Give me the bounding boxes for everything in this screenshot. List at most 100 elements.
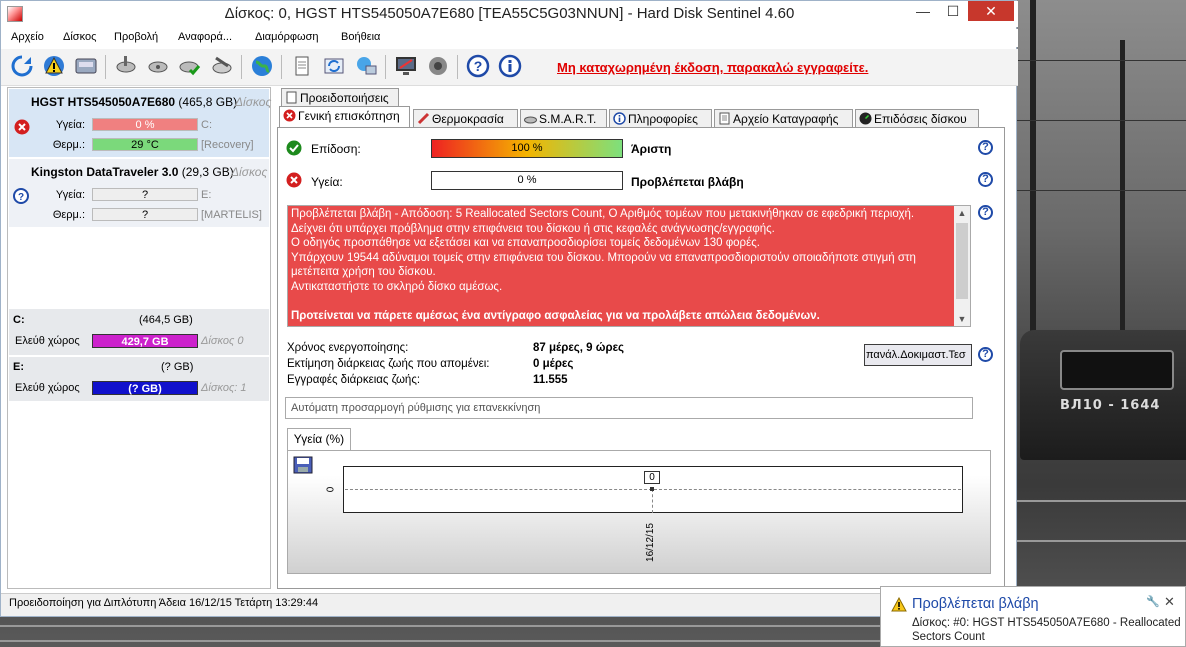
message-recommendation: Προτείνεται να πάρετε αμέσως ένα αντίγρα… <box>291 309 820 322</box>
disk-tag: Δίσκος <box>235 95 272 109</box>
globe-icon[interactable] <box>249 53 275 79</box>
surface-test-icon[interactable] <box>145 53 171 79</box>
auto-config-field[interactable]: Αυτόματη προσαρμογή ρύθμισης για επανεκκ… <box>285 397 973 419</box>
gauge-icon <box>859 112 872 125</box>
health-label: Υγεία: <box>55 189 85 201</box>
temp-bar: ? <box>92 208 198 221</box>
message-scrollbar-thumb[interactable] <box>956 223 968 299</box>
partition-size: (? GB) <box>161 361 194 373</box>
disk-item-0[interactable]: HGST HTS545050A7E680 (465,8 GB) Δίσκος Υ… <box>9 89 272 157</box>
stat-value: 11.555 <box>533 374 568 386</box>
toolbar-separator <box>457 55 458 79</box>
tab-information[interactable]: Πληροφορίες <box>609 109 712 127</box>
tab-overview[interactable]: Γενική επισκόπηση <box>279 106 410 127</box>
locomotive <box>1020 330 1186 460</box>
tab-log[interactable]: Αρχείο Καταγραφής <box>714 109 853 127</box>
sync-icon[interactable] <box>321 53 347 79</box>
disk-tool-icon[interactable] <box>209 53 235 79</box>
health-help-icon[interactable]: ? <box>978 172 993 187</box>
menu-disk[interactable]: Δίσκος <box>63 31 96 43</box>
failure-message[interactable]: Προβλέπεται βλάβη - Απόδοση: 5 Reallocat… <box>288 206 954 326</box>
chart-tab-health[interactable]: Υγεία (%) <box>287 428 351 450</box>
health-verdict: Προβλέπεται βλάβη <box>631 175 744 189</box>
notification-close-button[interactable]: ✕ <box>1164 594 1175 610</box>
rail <box>1017 540 1186 542</box>
tab-performance[interactable]: Επιδόσεις δίσκου <box>855 109 979 127</box>
performance-help-icon[interactable]: ? <box>978 140 993 155</box>
tab-label: Θερμοκρασία <box>432 112 504 126</box>
pin-icon[interactable]: 🔧 <box>1146 595 1160 608</box>
stat-value: 0 μέρες <box>533 358 574 370</box>
data-point <box>650 487 654 491</box>
info-icon[interactable] <box>497 53 523 79</box>
help-icon[interactable]: ? <box>465 53 491 79</box>
minimize-button[interactable]: — <box>908 1 938 21</box>
refresh-icon[interactable] <box>9 53 35 79</box>
disk-ok-icon[interactable] <box>177 53 203 79</box>
disk-name: Kingston DataTraveler 3.0 (29,3 GB) <box>31 165 234 179</box>
notification-title: Προβλέπεται βλάβη <box>912 596 1039 612</box>
menu-view[interactable]: Προβολή <box>114 31 158 43</box>
menu-bar: Αρχείο Δίσκος Προβολή Αναφορά... Διαμόρφ… <box>1 29 1018 47</box>
tab-warnings[interactable]: Προειδοποιήσεις <box>281 88 399 106</box>
test-button[interactable]: πανάλ.Δοκιμαστ.Τεσ <box>864 344 972 366</box>
data-point-label: 0 <box>644 471 660 484</box>
health-label: Υγεία: <box>311 175 343 189</box>
health-bar: 0 % <box>92 118 198 131</box>
message-line: Δείχνει ότι υπάρχει πρόβλημα στην επιφάν… <box>291 222 775 235</box>
toolbar-separator <box>385 55 386 79</box>
catenary-pole <box>1120 40 1125 360</box>
free-space-bar: (? GB) <box>92 381 198 395</box>
menu-help[interactable]: Βοήθεια <box>341 31 380 43</box>
test-help-icon[interactable]: ? <box>978 347 993 362</box>
toolbar-separator <box>241 55 242 79</box>
menu-report[interactable]: Αναφορά... <box>178 31 232 43</box>
message-line: Προβλέπεται βλάβη - Απόδοση: 5 Reallocat… <box>291 208 915 220</box>
status-text: Προειδοποίηση για Διπλότυπη Άδεια 16/12/… <box>9 597 319 609</box>
report-icon[interactable] <box>289 53 315 79</box>
svg-text:?: ? <box>18 192 24 203</box>
maximize-button[interactable]: ☐ <box>938 1 968 21</box>
monitor-icon[interactable] <box>393 53 419 79</box>
locomotive-number: ВЛ10 - 1644 <box>1060 398 1161 413</box>
stat-value: 87 μέρες, 9 ώρες <box>533 342 625 354</box>
locomotive-window <box>1060 350 1174 390</box>
tab-label: Πληροφορίες <box>628 112 698 126</box>
performance-bar: 100 % <box>431 139 623 158</box>
health-side: C: <box>201 119 212 131</box>
ok-icon <box>286 140 302 159</box>
partition-item-c[interactable]: C: (464,5 GB) Ελεύθ χώρος 429,7 GB Δίσκο… <box>9 309 269 355</box>
error-icon <box>286 172 302 191</box>
catenary-wire <box>1017 190 1186 191</box>
menu-configuration[interactable]: Διαμόρφωση <box>255 31 319 43</box>
unregistered-link[interactable]: Μη καταχωρημένη έκδοση, παρακαλώ εγγραφε… <box>557 60 868 75</box>
scroll-up-icon[interactable]: ▲ <box>954 208 970 218</box>
disk-drive-icon[interactable] <box>73 53 99 79</box>
message-line: Υπάρχουν 19544 αδύναμοι τομείς στην επιφ… <box>291 251 916 264</box>
sound-icon[interactable] <box>425 53 451 79</box>
warning-icon[interactable] <box>41 53 67 79</box>
stat-label: Χρόνος ενεργοποίησης: <box>287 342 409 354</box>
health-bar: 0 % <box>431 171 623 190</box>
disk-tag: Δίσκος <box>231 165 268 179</box>
tab-temperature[interactable]: Θερμοκρασία <box>413 109 518 127</box>
disk-item-1[interactable]: Kingston DataTraveler 3.0 (29,3 GB) Δίσκ… <box>9 159 269 227</box>
warning-icon <box>891 596 907 615</box>
message-help-icon[interactable]: ? <box>978 205 993 220</box>
partition-disk: Δίσκος 0 <box>201 335 244 347</box>
window-title: Δίσκος: 0, HGST HTS545050A7E680 [TEA55C5… <box>224 5 795 22</box>
tab-label: Γενική επισκόπηση <box>298 109 400 123</box>
partition-item-e[interactable]: E: (? GB) Ελεύθ χώρος (? GB) Δίσκος: 1 <box>9 357 269 401</box>
temp-side: [MARTELIS] <box>201 209 262 221</box>
stat-label: Εκτίμηση διάρκειας ζωής που απομένει: <box>287 358 490 370</box>
temp-side: [Recovery] <box>201 139 254 151</box>
menu-file[interactable]: Αρχείο <box>11 31 44 43</box>
scroll-down-icon[interactable]: ▼ <box>954 314 970 324</box>
rail <box>0 625 880 627</box>
tab-smart[interactable]: S.M.A.R.T. <box>520 109 607 127</box>
save-icon[interactable] <box>293 456 313 474</box>
disk-test-icon[interactable] <box>113 53 139 79</box>
network-icon[interactable] <box>353 53 379 79</box>
close-button[interactable]: ✕ <box>968 1 1014 21</box>
